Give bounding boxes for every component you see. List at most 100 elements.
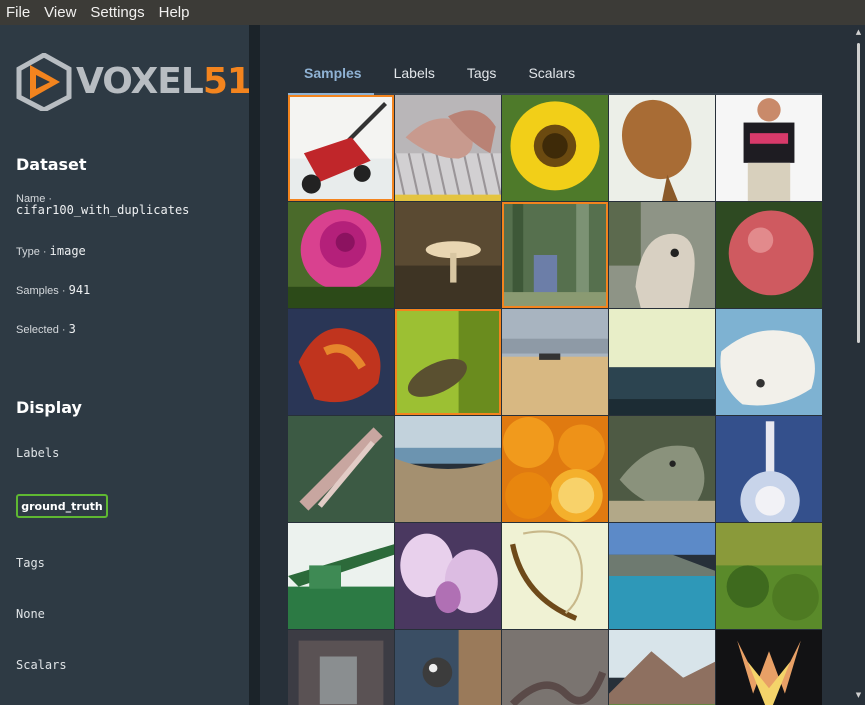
sample-tile-man[interactable]: [716, 95, 822, 201]
sample-thumbnail: [395, 523, 501, 629]
sample-thumbnail: [288, 309, 394, 415]
sample-thumbnail: [502, 95, 608, 201]
dataset-type-field: Type · image: [16, 244, 86, 258]
main-panel: Samples Labels Tags Scalars: [260, 25, 852, 705]
sample-thumbnail: [502, 416, 608, 522]
sample-tile-crab[interactable]: [288, 309, 394, 415]
sample-tile-rose[interactable]: [288, 202, 394, 308]
sample-tile-coast[interactable]: [609, 523, 715, 629]
sample-tile-mushroom[interactable]: [395, 202, 501, 308]
sample-tile-machine[interactable]: [288, 630, 394, 705]
sample-thumbnail: [716, 309, 822, 415]
sample-thumbnail: [395, 202, 501, 308]
menu-view[interactable]: View: [44, 4, 76, 21]
sample-tile-flatfish[interactable]: [609, 95, 715, 201]
sample-thumbnail: [395, 95, 501, 201]
sample-tile-plain[interactable]: [502, 309, 608, 415]
sample-thumbnail: [288, 95, 394, 201]
sample-tile-tulip[interactable]: [716, 630, 822, 705]
logo-text-51: 51: [202, 61, 252, 102]
tab-tags[interactable]: Tags: [467, 65, 497, 91]
display-title: Display: [16, 398, 82, 417]
scrollbar[interactable]: ▲ ▼: [852, 25, 865, 705]
sample-tile-mountain[interactable]: [609, 630, 715, 705]
sample-thumbnail: [716, 95, 822, 201]
sample-tile-caterpillar[interactable]: [395, 309, 501, 415]
sample-tile-rock-animal[interactable]: [609, 416, 715, 522]
menu-help[interactable]: Help: [159, 4, 190, 21]
dataset-samples-label: Samples ·: [16, 285, 66, 297]
sample-thumbnail: [502, 202, 608, 308]
sample-thumbnail: [609, 416, 715, 522]
logo-text: VOXEL51: [76, 61, 252, 102]
sample-thumbnail: [609, 202, 715, 308]
sample-thumbnail: [502, 309, 608, 415]
dataset-type-label: Type ·: [16, 246, 47, 258]
sample-thumbnail: [288, 523, 394, 629]
sample-tile-keyboard-hands[interactable]: [395, 95, 501, 201]
sample-tile-orchid[interactable]: [395, 523, 501, 629]
dataset-selected-label: Selected ·: [16, 324, 66, 336]
dataset-selected-field: Selected · 3: [16, 322, 76, 336]
sample-tile-oranges[interactable]: [502, 416, 608, 522]
labels-title: Labels: [16, 446, 60, 460]
sample-thumbnail: [395, 630, 501, 705]
sample-thumbnail: [716, 202, 822, 308]
sample-thumbnail: [288, 202, 394, 308]
sample-grid: [288, 95, 822, 705]
scroll-thumb[interactable]: [857, 43, 860, 343]
menu-file[interactable]: File: [6, 4, 30, 21]
dataset-samples-value: 941: [68, 283, 91, 297]
sample-thumbnail: [609, 523, 715, 629]
sample-thumbnail: [609, 95, 715, 201]
sample-thumbnail: [395, 309, 501, 415]
sample-thumbnail: [716, 630, 822, 705]
sidebar: VOXEL51 Dataset Name · cifar100_with_dup…: [0, 25, 252, 705]
sample-tile-necklace[interactable]: [502, 523, 608, 629]
sidebar-divider: [249, 25, 260, 705]
scroll-up-icon[interactable]: ▲: [854, 28, 863, 37]
sample-tile-sunflower[interactable]: [502, 95, 608, 201]
voxel51-logo-icon: [16, 53, 72, 111]
sample-thumbnail: [502, 630, 608, 705]
sample-thumbnail: [609, 309, 715, 415]
sample-tile-polar-bear[interactable]: [716, 309, 822, 415]
sample-tile-beach-cliff[interactable]: [395, 416, 501, 522]
scalars-title: Scalars: [16, 658, 67, 672]
menubar: File View Settings Help: [0, 0, 865, 25]
sample-tile-sea-horizon[interactable]: [609, 309, 715, 415]
sample-tile-lizard-rock[interactable]: [502, 630, 608, 705]
sample-tile-forest-person[interactable]: [502, 202, 608, 308]
sample-tile-lawn-mower[interactable]: [288, 95, 394, 201]
tags-title: Tags: [16, 556, 45, 570]
voxel51-logo: VOXEL51: [16, 53, 252, 111]
menu-settings[interactable]: Settings: [90, 4, 144, 21]
sample-tile-raccoon[interactable]: [395, 630, 501, 705]
dataset-type-value: image: [49, 244, 86, 258]
tab-scalars[interactable]: Scalars: [528, 65, 575, 91]
sample-thumbnail: [716, 416, 822, 522]
dataset-samples-field: Samples · 941: [16, 283, 90, 297]
sample-tile-green-field[interactable]: [716, 523, 822, 629]
sample-thumbnail: [395, 416, 501, 522]
logo-text-voxel: VOXEL: [76, 61, 204, 102]
sample-tile-rocket-stick[interactable]: [288, 416, 394, 522]
tab-samples[interactable]: Samples: [304, 65, 362, 91]
sample-tile-tank[interactable]: [288, 523, 394, 629]
tags-value: None: [16, 607, 45, 621]
dataset-selected-value: 3: [68, 322, 76, 336]
sample-thumbnail: [716, 523, 822, 629]
tab-bar: Samples Labels Tags Scalars: [304, 65, 607, 91]
sample-tile-camel[interactable]: [609, 202, 715, 308]
sample-thumbnail: [288, 630, 394, 705]
ground-truth-label-chip[interactable]: ground_truth: [16, 494, 108, 518]
sample-thumbnail: [502, 523, 608, 629]
tab-labels[interactable]: Labels: [394, 65, 435, 91]
sample-thumbnail: [609, 630, 715, 705]
sample-thumbnail: [288, 416, 394, 522]
dataset-name-field: Name · cifar100_with_duplicates: [16, 193, 189, 217]
scroll-down-icon[interactable]: ▼: [854, 691, 863, 700]
sample-tile-rocket[interactable]: [716, 416, 822, 522]
sample-tile-apple[interactable]: [716, 202, 822, 308]
dataset-name-value: cifar100_with_duplicates: [16, 203, 190, 217]
